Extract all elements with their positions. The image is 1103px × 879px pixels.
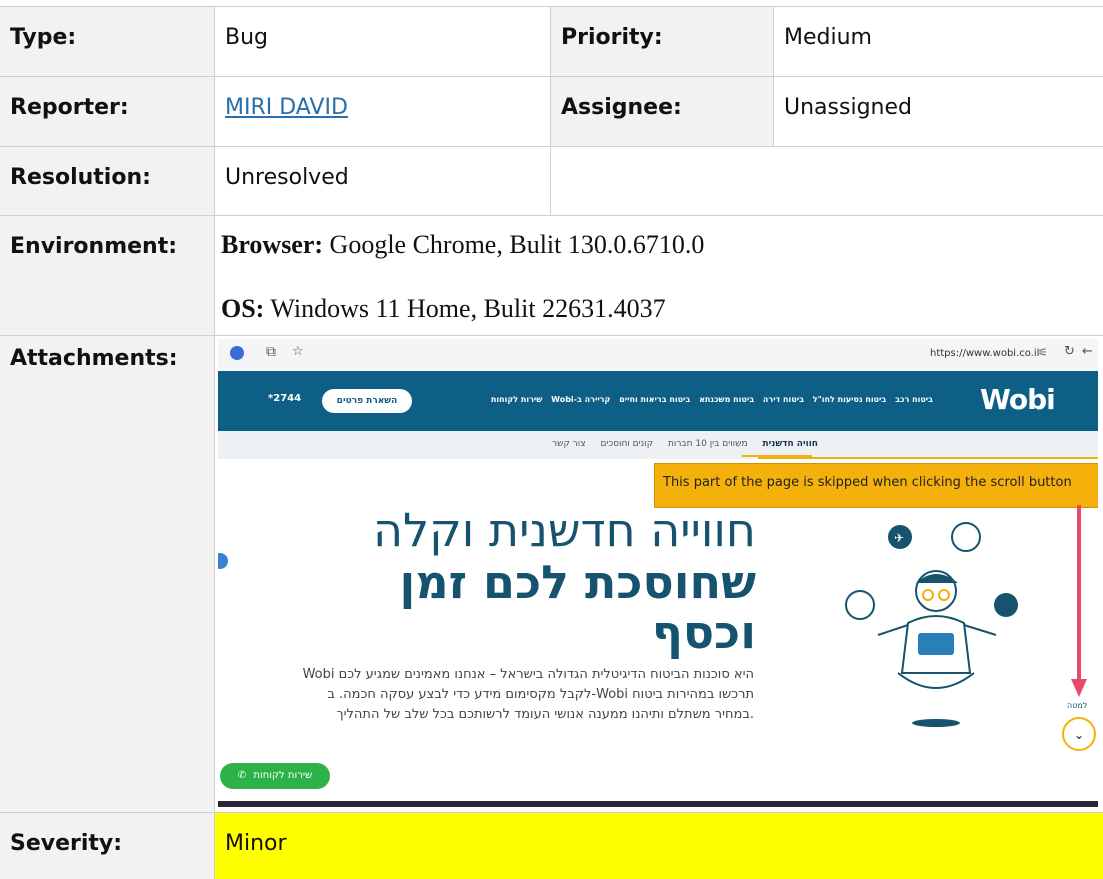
reporter-value-cell: MIRI DAVID: [215, 77, 550, 146]
severity-value: Minor: [215, 813, 1103, 879]
scroll-down-label: למטה: [1067, 701, 1088, 710]
key-icon: [994, 593, 1018, 617]
reload-icon[interactable]: ↻: [1064, 344, 1075, 359]
url-text[interactable]: https://www.wobi.co.il: [930, 348, 1039, 359]
home-icon: [845, 590, 875, 620]
accessibility-icon[interactable]: [218, 553, 228, 569]
nav-item[interactable]: ביטוח בריאות וחיים: [619, 395, 690, 404]
next-section-strip: [218, 801, 1098, 807]
subnav-item-compare[interactable]: משווים בין 10 חברות: [668, 439, 748, 449]
car-icon: [951, 522, 981, 552]
back-icon[interactable]: ←: [1082, 344, 1093, 359]
phone-number[interactable]: *2744: [268, 393, 301, 404]
nav-item[interactable]: ביטוח משכנתא: [699, 395, 754, 404]
whatsapp-label: שירות לקוחות: [253, 770, 313, 781]
tab-icon[interactable]: ⧉: [266, 344, 276, 360]
nav-item[interactable]: קריירה ב-Wobi: [551, 395, 610, 404]
whatsapp-button[interactable]: שירות לקוחות ✆: [220, 763, 330, 789]
nav-item[interactable]: ביטוח רכב: [895, 395, 933, 404]
empty-cell: [551, 147, 1103, 215]
site-settings-icon[interactable]: ⚟: [1038, 346, 1048, 359]
profile-icon[interactable]: [230, 346, 244, 360]
env-browser-line: Browser: Google Chrome, Bulit 130.0.6710…: [221, 230, 705, 259]
subnav-item-innovative[interactable]: חוויה חדשנית: [762, 439, 818, 449]
hero-headline-1: חווייה חדשנית וקלה: [372, 503, 756, 557]
hero-headline-2: שחוסכת לכם זמן: [399, 555, 756, 609]
resolution-label: Resolution:: [0, 147, 214, 215]
whatsapp-icon: ✆: [237, 770, 247, 781]
leave-details-button[interactable]: השארת פרטים: [322, 389, 412, 413]
nav-item[interactable]: ביטוח נסיעות לחו"ל: [813, 395, 887, 404]
severity-label: Severity:: [0, 813, 214, 879]
type-value: Bug: [215, 7, 550, 76]
subnav-item-contact[interactable]: צור קשר: [552, 439, 586, 449]
hero-body-text: Wobi היא סוכנות הביטוח הדיגיטלית הגדולה …: [302, 667, 754, 722]
priority-label: Priority:: [551, 7, 773, 76]
svg-text:✈: ✈: [894, 531, 904, 545]
environment-label: Environment:: [0, 216, 214, 335]
subnav-item-buy[interactable]: קונים וחוסכים: [600, 439, 653, 449]
site-nav-menu: ביטוח רכב ביטוח נסיעות לחו"ל ביטוח דירה …: [473, 395, 933, 404]
assignee-label: Assignee:: [551, 77, 773, 146]
chevron-down-icon: ⌄: [1073, 728, 1085, 742]
resolution-value: Unresolved: [215, 147, 550, 215]
nav-item[interactable]: ביטוח דירה: [763, 395, 804, 404]
reporter-label: Reporter:: [0, 77, 214, 146]
assignee-value: Unassigned: [774, 77, 1103, 146]
star-icon[interactable]: ☆: [292, 344, 304, 359]
hero-illustration: ✈: [845, 522, 1018, 727]
nav-item[interactable]: שירות לקוחות: [491, 395, 542, 404]
attachments-label: Attachments:: [0, 336, 214, 812]
reporter-link[interactable]: MIRI DAVID: [225, 95, 348, 120]
site-subnav: חוויה חדשנית משווים בין 10 חברות קונים ו…: [218, 431, 1098, 459]
scroll-down-button[interactable]: ⌄: [1062, 717, 1096, 751]
environment-value: Browser: Google Chrome, Bulit 130.0.6710…: [215, 216, 1103, 335]
browser-toolbar: ⧉ ☆ https://www.wobi.co.il ⚟ ↻ ←: [218, 339, 1098, 371]
type-label: Type:: [0, 7, 214, 76]
hero-headline-3: וכסף: [651, 605, 756, 659]
priority-value: Medium: [774, 7, 1103, 76]
arrow-down-icon: [1071, 505, 1087, 697]
attachment-screenshot[interactable]: ⧉ ☆ https://www.wobi.co.il ⚟ ↻ ← *2744 ה…: [218, 339, 1098, 807]
annotation-note: This part of the page is skipped when cl…: [654, 463, 1098, 508]
site-navbar: *2744 השארת פרטים ביטוח רכב ביטוח נסיעות…: [218, 371, 1098, 431]
wobi-logo[interactable]: Wobi: [980, 383, 1056, 416]
env-os-line: OS: Windows 11 Home, Bulit 22631.4037: [221, 294, 666, 323]
